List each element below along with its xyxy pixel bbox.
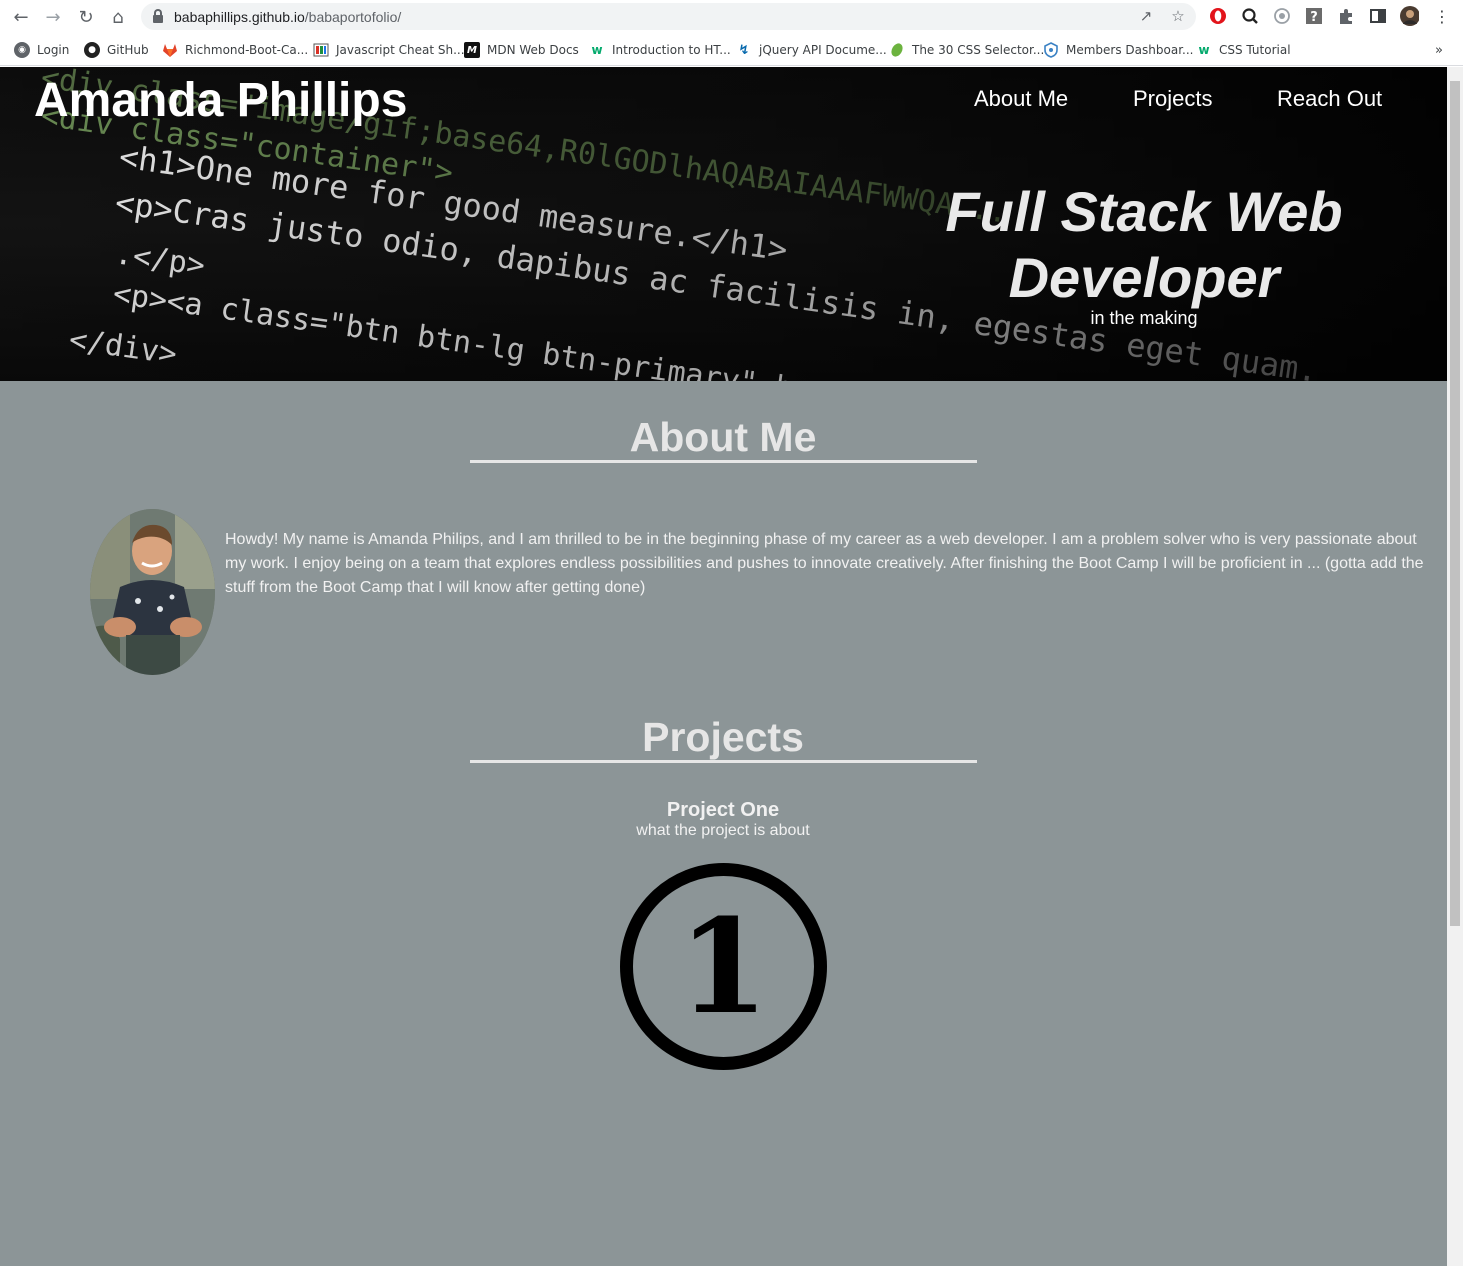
help-extension-icon[interactable]: ? bbox=[1304, 6, 1324, 26]
projects-heading: Projects bbox=[642, 714, 804, 760]
star-icon[interactable]: ☆ bbox=[1168, 6, 1188, 26]
bookmark-label: Login bbox=[37, 43, 70, 57]
bookmark-label: Introduction to HT... bbox=[612, 43, 731, 57]
bookmark-jquery[interactable]: ↯ jQuery API Docume... bbox=[736, 41, 887, 59]
hero-tagline: Full Stack Web Developer bbox=[945, 180, 1343, 309]
hero-banner: <div class="image/gif;base64,R0lGODlhAQA… bbox=[0, 67, 1447, 381]
bookmark-members-dashboard[interactable]: Members Dashboar... bbox=[1043, 41, 1193, 59]
shield-icon bbox=[1043, 42, 1059, 58]
bookmark-mdn[interactable]: M MDN Web Docs bbox=[464, 41, 579, 59]
bookmark-colored-icon bbox=[313, 42, 329, 58]
svg-text:?: ? bbox=[1310, 10, 1318, 25]
nav-reach-out[interactable]: Reach Out bbox=[1277, 86, 1382, 112]
hero-tagline-sub: in the making bbox=[1090, 308, 1198, 328]
project-title: Project One bbox=[666, 799, 780, 821]
scrollbar-thumb[interactable] bbox=[1450, 81, 1460, 926]
bookmark-label: Members Dashboar... bbox=[1066, 43, 1194, 57]
page-viewport: <div class="image/gif;base64,R0lGODlhAQA… bbox=[0, 67, 1447, 1266]
bookmark-label: jQuery API Docume... bbox=[759, 43, 887, 57]
bookmark-github[interactable]: ● GitHub bbox=[84, 41, 149, 59]
share-icon[interactable]: ↗ bbox=[1136, 6, 1156, 26]
side-panel-icon[interactable] bbox=[1368, 6, 1388, 26]
w3schools-icon: w bbox=[591, 43, 603, 57]
bookmarks-overflow-icon[interactable]: » bbox=[1435, 41, 1443, 59]
bookmark-intro-html[interactable]: w Introduction to HT... bbox=[589, 41, 731, 59]
bookmark-css-selectors[interactable]: The 30 CSS Selector... bbox=[889, 41, 1044, 59]
project-numeral: 1 bbox=[678, 890, 768, 1043]
bookmark-label: CSS Tutorial bbox=[1219, 43, 1291, 57]
mdn-icon: M bbox=[464, 42, 480, 58]
forward-arrow-icon[interactable]: → bbox=[41, 5, 65, 29]
address-bar[interactable]: babaphillips.github.io/babaportofolio/ ↗… bbox=[141, 3, 1196, 30]
about-heading: About Me bbox=[629, 414, 817, 460]
bookmark-login[interactable]: ◉ Login bbox=[14, 41, 69, 59]
bookmark-label: MDN Web Docs bbox=[487, 43, 579, 57]
page-scrollbar[interactable] bbox=[1447, 67, 1463, 1266]
about-divider bbox=[470, 460, 977, 463]
back-arrow-icon[interactable]: ← bbox=[9, 5, 33, 29]
project-description: what the project is about bbox=[636, 822, 810, 839]
github-icon: ● bbox=[84, 42, 100, 58]
opera-icon[interactable] bbox=[1208, 6, 1228, 26]
about-paragraph: Howdy! My name is Amanda Philips, and I … bbox=[225, 531, 1424, 596]
jquery-icon: ↯ bbox=[738, 42, 750, 58]
home-icon[interactable]: ⌂ bbox=[106, 5, 130, 29]
url-text[interactable]: babaphillips.github.io/babaportofolio/ bbox=[174, 9, 401, 25]
bookmarks-bar: ◉ Login ● GitHub Richmond-Boot-Ca... Jav… bbox=[0, 34, 1463, 66]
w3schools-icon: w bbox=[1198, 43, 1210, 57]
bookmark-gitlab[interactable]: Richmond-Boot-Ca... bbox=[162, 41, 308, 59]
gitlab-icon bbox=[162, 42, 178, 58]
reload-icon[interactable]: ↻ bbox=[74, 5, 98, 29]
bookmark-label: Javascript Cheat Sh... bbox=[336, 43, 465, 57]
puzzle-extensions-icon[interactable] bbox=[1336, 6, 1356, 26]
bookmark-js-cheat-sheet[interactable]: Javascript Cheat Sh... bbox=[313, 41, 465, 59]
url-host: babaphillips.github.io bbox=[174, 9, 305, 25]
bookmark-css-tutorial[interactable]: w CSS Tutorial bbox=[1196, 41, 1291, 59]
leaf-icon bbox=[889, 42, 905, 58]
nav-projects[interactable]: Projects bbox=[1133, 86, 1212, 112]
url-path: /babaportofolio/ bbox=[304, 9, 402, 25]
kebab-menu-icon[interactable]: ⋮ bbox=[1432, 6, 1452, 26]
bookmark-label: The 30 CSS Selector... bbox=[912, 43, 1045, 57]
lock-icon[interactable] bbox=[153, 9, 163, 23]
projects-divider bbox=[470, 760, 977, 763]
nav-about-me[interactable]: About Me bbox=[974, 86, 1068, 112]
bookmark-label: Richmond-Boot-Ca... bbox=[185, 43, 309, 57]
project-number-one-icon[interactable]: 1 bbox=[619, 862, 828, 1071]
site-title[interactable]: Amanda Phillips bbox=[34, 73, 407, 128]
browser-toolbar: ← → ↻ ⌂ babaphillips.github.io/babaporto… bbox=[0, 0, 1463, 34]
bookmark-label: GitHub bbox=[107, 43, 149, 57]
profile-photo bbox=[90, 509, 215, 675]
globe-icon: ◉ bbox=[14, 42, 30, 58]
profile-avatar[interactable] bbox=[1399, 6, 1419, 26]
search-extension-icon[interactable] bbox=[1240, 6, 1260, 26]
octocat-extension-icon[interactable] bbox=[1272, 6, 1292, 26]
